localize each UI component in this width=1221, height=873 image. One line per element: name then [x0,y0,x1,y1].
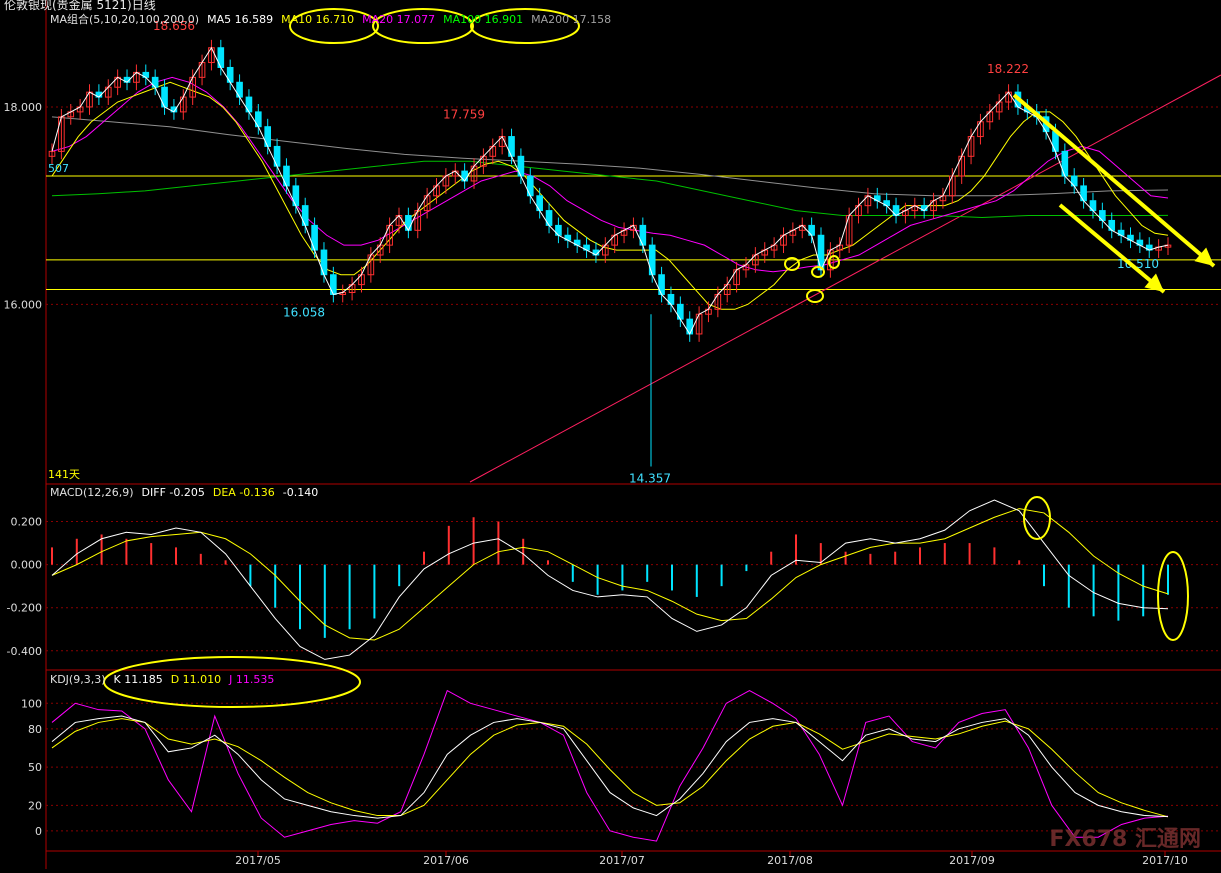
kdj-legend-item: D 11.010 [170,673,222,686]
price-legend-item: MA5 16.589 [207,13,274,26]
candle-body [508,136,515,157]
ma100-line [51,160,1169,218]
price-annotation: 17.759 [443,108,485,122]
price-legend-item: MA200 17.158 [531,13,612,26]
macd-legend-item: -0.140 [282,486,319,499]
x-tick-label: 2017/05 [235,854,281,867]
price-annotation: 14.357 [629,472,671,486]
candle-body [639,224,647,246]
fx678-watermark-logo: FX678 汇通网 [1049,827,1201,852]
window-title: 伦敦银现(贵金属 5121)日线 [4,0,156,12]
highlight-circle [806,289,824,303]
candle-body [526,175,534,197]
candle-body [311,224,318,251]
kdj-legend-item: J 11.535 [229,673,275,686]
candle-body [320,249,328,276]
price-legend-item: MA20 17.077 [362,13,436,26]
y-tick-label: -0.400 [7,645,42,658]
kdj-legend: KDJ(9,3,3) K 11.185 D 11.010 J 11.535 [50,673,282,687]
price-annotation: 16.058 [283,306,325,320]
macd-legend: MACD(12,26,9) DIFF -0.205 DEA -0.136 -0.140 [50,486,326,500]
y-tick-label: 50 [28,761,42,774]
y-tick-label: -0.200 [7,602,42,615]
candle-body [264,126,272,147]
candle-body [273,145,281,167]
macd-legend-item: MACD(12,26,9) [50,486,134,499]
days-label: 141天 [48,468,80,481]
x-tick-label: 2017/09 [949,854,995,867]
price-legend: MA组合(5,10,20,100,200,0) MA5 16.589 MA10 16… [50,13,619,27]
diff-line [51,499,1169,660]
left-level-label: 507 [48,162,69,175]
macd-legend-item: DIFF -0.205 [141,486,205,499]
y-tick-label: 100 [21,697,42,710]
trendline [469,74,1221,483]
candle-body [1061,150,1069,177]
y-tick-label: 80 [28,723,42,736]
candle-body [283,165,290,187]
price-legend-item: MA组合(5,10,20,100,200,0) [50,13,200,26]
y-tick-label: 16.000 [4,298,43,311]
x-tick-label: 2017/06 [423,854,469,867]
ma200-line [51,116,1169,197]
x-tick-label: 2017/07 [599,854,645,867]
kdj-legend-item: KDJ(9,3,3) [50,673,106,686]
stock-chart[interactable]: 16.000 18.000 0.200 0.000 -0.200 -0.400 100 80 5… [0,0,1221,869]
candle-body [292,185,300,207]
ma20-line [51,76,1169,273]
candle-body [517,155,525,177]
y-tick-label: 0.000 [11,559,43,572]
chart-window: 16.000 18.000 0.200 0.000 -0.200 -0.400 100 80 5… [0,0,1221,869]
price-legend-item: MA10 16.710 [281,13,355,26]
highlight-circle [1023,496,1051,540]
y-tick-label: 18.000 [4,101,43,114]
candle-body [648,244,656,276]
x-tick-label: 2017/08 [767,854,813,867]
price-legend-item: MA100 16.901 [443,13,524,26]
price-annotation: 18.222 [987,62,1029,76]
macd-legend-item: DEA -0.136 [212,486,275,499]
y-tick-label: 0 [35,825,42,838]
down-trend-arrow [1012,93,1216,268]
kdj-legend-item: K 11.185 [113,673,163,686]
d-line [51,718,1169,818]
j-line [51,689,1169,842]
candle-body [658,274,665,295]
k-line [51,715,1169,819]
dea-line [51,508,1169,641]
highlight-circle [1157,551,1189,641]
candle-body [330,274,337,295]
y-tick-label: 20 [28,799,42,812]
y-tick-label: 0.200 [11,516,43,529]
x-tick-label: 2017/10 [1142,854,1188,867]
ma5-line [51,46,1169,335]
candle-body [161,86,168,108]
candle-body [301,205,309,226]
candle-body [217,47,225,68]
